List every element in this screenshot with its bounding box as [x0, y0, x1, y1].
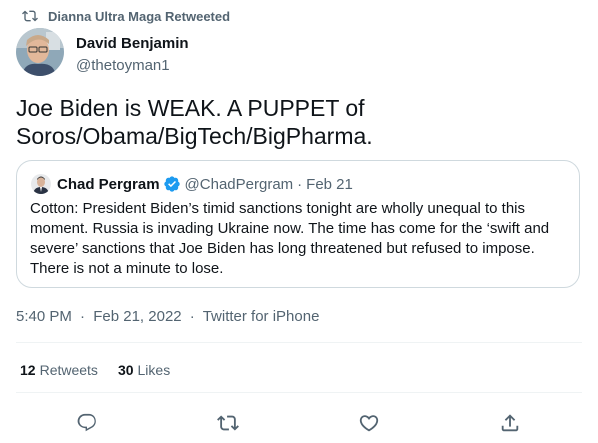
- like-icon: [359, 415, 379, 432]
- tweet-source: Twitter for iPhone: [202, 308, 320, 325]
- like-button[interactable]: [352, 406, 386, 440]
- author-handle[interactable]: @thetoyman1: [76, 56, 189, 76]
- divider: [16, 342, 582, 343]
- retweet-icon: [22, 10, 38, 22]
- reply-icon: [77, 413, 96, 432]
- likes-count: 30: [117, 362, 134, 378]
- retweets-stat[interactable]: 12 Retweets: [20, 362, 98, 378]
- tweet-actions: [0, 400, 598, 440]
- quote-author-avatar: [31, 174, 51, 194]
- quote-date[interactable]: Feb 21: [306, 176, 353, 193]
- retweet-context[interactable]: Dianna Ultra Maga Retweeted: [22, 8, 230, 24]
- quote-author-name[interactable]: Chad Pergram: [57, 176, 160, 193]
- tweet-time[interactable]: 5:40 PM: [16, 308, 72, 325]
- retweet-context-text: Dianna Ultra Maga Retweeted: [48, 8, 231, 24]
- tweet-author: David Benjamin @thetoyman1: [16, 28, 189, 76]
- likes-stat[interactable]: 30 Likes: [118, 362, 170, 378]
- author-display-name[interactable]: David Benjamin: [76, 34, 189, 54]
- tweet-date[interactable]: Feb 21, 2022: [93, 308, 181, 325]
- meta-separator: ·: [80, 308, 86, 325]
- meta-separator: ·: [189, 308, 195, 325]
- quoted-tweet-text: Cotton: President Biden’s timid sanction…: [30, 200, 550, 277]
- divider: [16, 392, 582, 393]
- reply-button[interactable]: [70, 406, 104, 440]
- tweet-metadata: 5:40 PM · Feb 21, 2022 · Twitter for iPh…: [16, 308, 319, 325]
- tweet-text: Joe Biden is WEAK. A PUPPET of Soros/Oba…: [16, 95, 373, 149]
- retweets-count: 12: [20, 362, 36, 378]
- quote-separator: ·: [297, 175, 303, 193]
- retweets-label: Retweets: [39, 362, 98, 378]
- retweet-icon: [217, 415, 239, 431]
- quote-author-handle[interactable]: @ChadPergram: [185, 176, 294, 193]
- share-icon: [501, 414, 519, 432]
- retweet-button[interactable]: [211, 406, 245, 440]
- share-button[interactable]: [493, 406, 527, 440]
- quoted-tweet[interactable]: Chad Pergram @ChadPergram · Feb 21 Cotto…: [16, 160, 580, 288]
- quoted-tweet-header: Chad Pergram @ChadPergram · Feb 21: [31, 174, 353, 194]
- tweet-stats: 12 Retweets 30 Likes: [20, 362, 170, 378]
- verified-badge-icon: [163, 176, 180, 192]
- author-avatar[interactable]: [16, 28, 64, 76]
- likes-label: Likes: [137, 362, 171, 378]
